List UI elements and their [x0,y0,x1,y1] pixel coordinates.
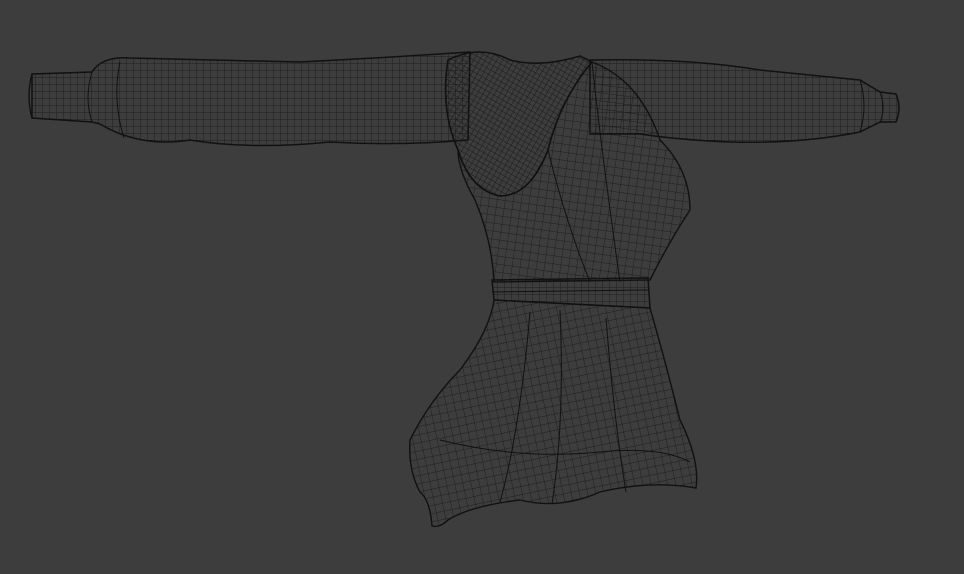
left-sleeve-mesh[interactable] [28,51,471,147]
skirt-mesh[interactable] [409,299,698,528]
3d-viewport[interactable] [0,0,964,574]
wireframe-garment-mesh[interactable] [0,0,964,574]
